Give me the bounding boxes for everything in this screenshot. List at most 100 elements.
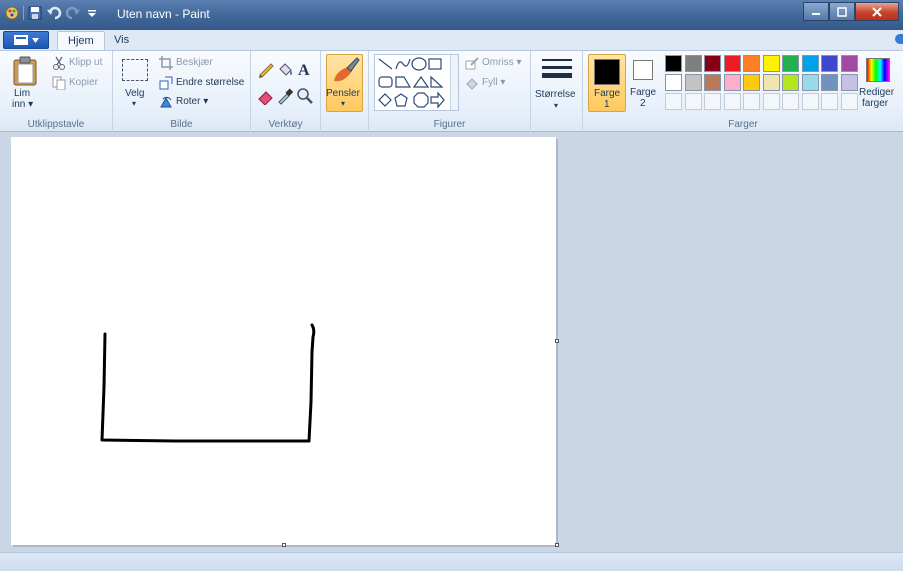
application-menu-button[interactable] (3, 31, 49, 49)
size-button[interactable]: Størrelse ▾ (534, 54, 580, 114)
palette-swatch[interactable] (840, 74, 858, 91)
palette-swatch-empty[interactable] (723, 93, 741, 110)
outline-pen-icon (465, 57, 479, 70)
color2-button[interactable]: Farge 2 (629, 54, 659, 112)
copy-button[interactable]: Kopier (52, 76, 112, 92)
svg-text:A: A (298, 62, 310, 78)
palette-swatch[interactable] (782, 55, 799, 72)
edit-colors-label: Rediger (859, 87, 895, 98)
maximize-button[interactable] (829, 2, 855, 21)
color1-button[interactable]: Farge 1 (588, 54, 626, 112)
rotate-icon (160, 96, 172, 108)
edit-colors-button[interactable]: Rediger farger (857, 54, 903, 114)
palette-swatch[interactable] (782, 74, 799, 91)
palette-swatch[interactable] (762, 74, 780, 91)
palette-swatch[interactable] (684, 74, 702, 91)
image-group-label: Bilde (170, 119, 193, 130)
color1-swatch (594, 59, 620, 85)
palette-swatch[interactable] (665, 55, 682, 72)
palette-swatch[interactable] (821, 74, 838, 91)
ribbon: Lim inn ▾ Klipp ut Kopier Utklippstavle … (0, 50, 903, 132)
canvas-area[interactable] (0, 132, 903, 552)
palette-swatch[interactable] (801, 55, 819, 72)
crop-label: Beskjær (176, 57, 213, 68)
palette-swatch[interactable] (684, 55, 702, 72)
palette-swatch[interactable] (743, 55, 760, 72)
brushes-dropdown-arrow: ▾ (341, 99, 346, 108)
close-button[interactable] (855, 2, 899, 21)
pencil-icon (259, 63, 274, 78)
palette-swatch-empty[interactable] (665, 93, 682, 110)
tab-view[interactable]: Vis (104, 31, 139, 50)
size-label: Størrelse (535, 89, 576, 100)
palette-swatch[interactable] (665, 74, 682, 91)
palette-swatch[interactable] (743, 74, 760, 91)
drawing-canvas[interactable] (11, 137, 556, 545)
palette-swatch-empty[interactable] (801, 93, 819, 110)
help-icon[interactable] (895, 34, 903, 44)
brushes-button[interactable]: Pensler ▾ (326, 54, 363, 112)
minimize-button[interactable] (803, 2, 829, 21)
shapes-gallery[interactable] (374, 54, 459, 111)
palette-swatch-empty[interactable] (821, 93, 838, 110)
resize-handle-corner[interactable] (555, 543, 559, 547)
image-group: Velg ▾ Beskjær Endre størrelse Roter ▾ B… (113, 51, 251, 132)
outline-label: Omriss ▾ (482, 57, 522, 68)
fill-shape-button[interactable]: Fyll ▾ (465, 76, 527, 92)
rotate-label: Roter ▾ (176, 96, 209, 107)
resize-label: Endre størrelse (176, 77, 245, 88)
palette-swatch[interactable] (801, 74, 819, 91)
shapes-scrollbar[interactable] (450, 55, 458, 110)
palette-swatch[interactable] (840, 55, 858, 72)
resize-button[interactable]: Endre størrelse (159, 76, 251, 92)
palette-swatch[interactable] (723, 74, 741, 91)
redo-icon[interactable] (65, 5, 81, 21)
color2-label: Farge (630, 87, 657, 98)
resize-handle-right[interactable] (555, 339, 559, 343)
tools-group-label: Verktøy (268, 119, 303, 130)
select-button[interactable]: Velg ▾ (119, 55, 151, 115)
crop-button[interactable]: Beskjær (159, 56, 239, 72)
customize-qat-icon[interactable] (84, 5, 100, 21)
palette-swatch-empty[interactable] (743, 93, 760, 110)
window-controls (803, 2, 899, 21)
palette-swatch-empty[interactable] (704, 93, 721, 110)
palette-swatch[interactable] (762, 55, 780, 72)
select-rectangle-icon (122, 59, 148, 81)
color-picker-tool[interactable] (276, 87, 294, 105)
color-spectrum-icon (866, 58, 890, 82)
ribbon-tab-row: Hjem Vis (0, 30, 903, 50)
paste-button[interactable]: Lim inn ▾ (6, 54, 44, 116)
palette-swatch-empty[interactable] (762, 93, 780, 110)
title-bar: Uten navn - Paint (0, 0, 903, 30)
fill-label: Fyll ▾ (482, 77, 506, 88)
magnifier-tool[interactable] (296, 87, 314, 105)
eraser-tool[interactable] (257, 87, 275, 106)
resize-handle-bottom[interactable] (282, 543, 286, 547)
undo-icon[interactable] (46, 5, 62, 21)
paint-app-icon[interactable] (4, 5, 20, 21)
fill-tool[interactable] (276, 60, 294, 78)
edit-colors-label-2: farger (862, 98, 889, 109)
palette-swatch[interactable] (704, 55, 721, 72)
palette-swatch-empty[interactable] (684, 93, 702, 110)
tools-group: A Verktøy (251, 51, 321, 132)
palette-swatch-empty[interactable] (782, 93, 799, 110)
cut-button[interactable]: Klipp ut (52, 56, 112, 72)
rotate-button[interactable]: Roter ▾ (159, 95, 239, 111)
clipboard-group-label: Utklippstavle (27, 119, 85, 130)
color2-swatch (633, 60, 653, 80)
quick-access-toolbar (4, 5, 100, 21)
pencil-tool[interactable] (257, 60, 275, 78)
color1-label: Farge (594, 88, 621, 99)
palette-swatch[interactable] (704, 74, 721, 91)
clipboard-group: Lim inn ▾ Klipp ut Kopier Utklippstavle (0, 51, 113, 132)
palette-swatch[interactable] (821, 55, 838, 72)
tab-home[interactable]: Hjem (57, 31, 105, 50)
save-icon[interactable] (27, 5, 43, 21)
text-tool[interactable]: A (296, 60, 314, 79)
outline-button[interactable]: Omriss ▾ (465, 56, 527, 72)
palette-swatch-empty[interactable] (840, 93, 858, 110)
magnifier-icon (297, 88, 313, 104)
palette-swatch[interactable] (723, 55, 741, 72)
